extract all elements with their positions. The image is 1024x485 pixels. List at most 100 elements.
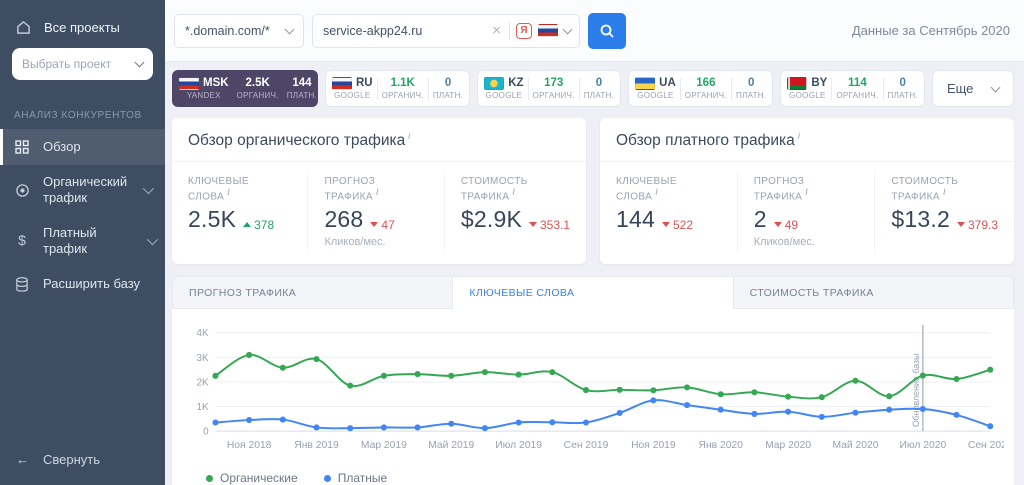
info-icon[interactable]: i: [943, 187, 946, 197]
chart-tabs: ПРОГНОЗ ТРАФИКА КЛЮЧЕВЫЕ СЛОВА СТОИМОСТЬ…: [172, 276, 1014, 309]
chevron-down-icon: [147, 234, 158, 245]
sidebar-item-label: Расширить базу: [43, 276, 155, 292]
metric-keywords: КЛЮЧЕВЫЕ СЛОВАi 144 522: [600, 174, 737, 250]
info-icon[interactable]: i: [408, 131, 410, 141]
chevron-down-icon: [285, 24, 295, 34]
svg-text:3K: 3K: [197, 353, 209, 364]
app-root: Все проекты Выбрать проект АНАЛИЗ КОНКУР…: [0, 0, 1024, 485]
topbar: *.domain.com/* × Я Данные за Сентябрь 20…: [165, 0, 1024, 62]
chart-legend: Органические Платные: [182, 465, 1004, 485]
delta-arrow-icon: [529, 222, 537, 227]
metric-traffic-forecast: ПРОГНОЗ ТРАФИКАi 2 49 Кликов/мес.: [737, 174, 875, 250]
project-select-placeholder: Выбрать проект: [22, 57, 111, 71]
region-chip-ru-google[interactable]: RU GOOGLE 1.1KОРГАНИЧ. 0ПЛАТН.: [325, 70, 470, 107]
info-icon[interactable]: i: [805, 187, 808, 197]
region-chip-by-google[interactable]: BY GOOGLE 114ОРГАНИЧ. 0ПЛАТН.: [780, 70, 925, 107]
info-icon[interactable]: i: [798, 131, 800, 141]
svg-text:Сен 2020: Сен 2020: [968, 440, 1004, 451]
sidebar-item-label: Платный трафик: [43, 225, 135, 258]
more-regions-button[interactable]: Еще: [932, 70, 1014, 107]
sidebar-item-overview[interactable]: Обзор: [0, 129, 165, 165]
domain-filter-value: *.domain.com/*: [185, 24, 270, 38]
region-chip-ua-google[interactable]: UA GOOGLE 166ОРГАНИЧ. 0ПЛАТН.: [628, 70, 773, 107]
chart-section: ПРОГНОЗ ТРАФИКА КЛЮЧЕВЫЕ СЛОВА СТОИМОСТЬ…: [172, 276, 1014, 485]
target-icon: [13, 181, 31, 199]
more-button-label: Еще: [947, 81, 973, 96]
svg-text:0: 0: [203, 427, 209, 438]
chevron-down-icon: [991, 82, 1001, 92]
country-flag-icon: [332, 77, 352, 90]
organic-traffic-card: Обзор органического трафикаi КЛЮЧЕВЫЕ СЛ…: [172, 118, 586, 264]
legend-item-organic[interactable]: Органические: [206, 471, 298, 485]
sidebar-item-paid-traffic[interactable]: $ Платный трафик: [0, 216, 165, 267]
region-chips-row: MSK YANDEX 2.5KОРГАНИЧ. 144ПЛАТН. RU GOO…: [172, 70, 1014, 107]
arrow-left-icon: ←: [16, 452, 29, 467]
info-icon[interactable]: i: [512, 187, 515, 197]
country-flag-icon: [484, 77, 504, 90]
sidebar-item-organic-traffic[interactable]: Органический трафик: [0, 165, 165, 216]
svg-text:Июл 2020: Июл 2020: [899, 440, 946, 451]
database-icon: [13, 275, 31, 293]
search-button[interactable]: [588, 13, 626, 49]
sidebar-section-label: АНАЛИЗ КОНКУРЕНТОВ: [0, 84, 165, 129]
info-icon[interactable]: i: [227, 187, 230, 197]
svg-text:Янв 2020: Янв 2020: [699, 440, 744, 451]
legend-dot-icon: [206, 475, 213, 482]
country-flag-icon: [179, 77, 199, 90]
card-title: Обзор платного трафикаi: [600, 118, 1014, 162]
metric-traffic-forecast: ПРОГНОЗ ТРАФИКАi 268 47 Кликов/мес.: [307, 174, 443, 250]
svg-text:Мар 2020: Мар 2020: [765, 440, 811, 451]
svg-text:Ноя 2019: Ноя 2019: [631, 440, 676, 451]
delta-arrow-icon: [774, 222, 782, 227]
chevron-down-icon: [143, 183, 154, 194]
metric-keywords: КЛЮЧЕВЫЕ СЛОВАi 2.5K 378: [172, 174, 307, 250]
tab-keywords[interactable]: КЛЮЧЕВЫЕ СЛОВА: [453, 276, 733, 309]
tab-traffic-forecast[interactable]: ПРОГНОЗ ТРАФИКА: [172, 276, 453, 309]
svg-text:Мар 2019: Мар 2019: [361, 440, 407, 451]
svg-text:Май 2020: Май 2020: [832, 440, 878, 451]
russia-flag-icon: [538, 24, 558, 37]
collapse-label: Свернуть: [43, 452, 100, 467]
svg-text:1K: 1K: [197, 402, 209, 413]
svg-text:Май 2019: Май 2019: [428, 440, 474, 451]
legend-item-paid[interactable]: Платные: [324, 471, 387, 485]
content: MSK YANDEX 2.5KОРГАНИЧ. 144ПЛАТН. RU GOO…: [165, 62, 1024, 485]
sidebar-item-label: Органический трафик: [43, 174, 131, 207]
chart-card: 01K2K3K4KНоя 2018Янв 2019Мар 2019Май 201…: [172, 309, 1014, 485]
delta-arrow-icon: [957, 222, 965, 227]
sidebar-item-expand-database[interactable]: Расширить базу: [0, 266, 165, 302]
chevron-down-icon[interactable]: [563, 24, 573, 34]
info-icon[interactable]: i: [655, 187, 658, 197]
home-icon: [14, 18, 32, 36]
search-input[interactable]: [323, 24, 484, 38]
region-chip-kz-google[interactable]: KZ GOOGLE 173ОРГАНИЧ. 0ПЛАТН.: [477, 70, 621, 107]
delta-arrow-icon: [370, 222, 378, 227]
metric-traffic-cost: СТОИМОСТЬ ТРАФИКАi $13.2 379.3: [874, 174, 1014, 250]
collapse-sidebar-button[interactable]: ← Свернуть: [0, 438, 165, 485]
divider: [509, 22, 510, 40]
svg-text:Июл 2019: Июл 2019: [495, 440, 542, 451]
svg-text:Обновление базы: Обновление базы: [911, 354, 921, 427]
keywords-line-chart: 01K2K3K4KНоя 2018Янв 2019Мар 2019Май 201…: [182, 321, 1004, 465]
sidebar-item-label: Обзор: [43, 139, 155, 155]
domain-filter-dropdown[interactable]: *.domain.com/*: [174, 14, 304, 48]
delta-arrow-icon: [662, 222, 670, 227]
region-chip-msk-yandex[interactable]: MSK YANDEX 2.5KОРГАНИЧ. 144ПЛАТН.: [172, 70, 318, 107]
main-area: *.domain.com/* × Я Данные за Сентябрь 20…: [165, 0, 1024, 485]
svg-text:4K: 4K: [197, 329, 209, 340]
paid-traffic-card: Обзор платного трафикаi КЛЮЧЕВЫЕ СЛОВАi …: [600, 118, 1014, 264]
search-box: × Я: [312, 14, 580, 48]
yandex-icon: Я: [516, 23, 532, 39]
tab-traffic-cost[interactable]: СТОИМОСТЬ ТРАФИКА: [734, 276, 1014, 309]
svg-text:Сен 2019: Сен 2019: [564, 440, 609, 451]
project-select[interactable]: Выбрать проект: [12, 48, 153, 80]
info-icon[interactable]: i: [376, 187, 379, 197]
legend-label: Платные: [338, 471, 387, 485]
search-icon: [599, 23, 615, 39]
legend-label: Органические: [220, 471, 298, 485]
all-projects-link[interactable]: Все проекты: [12, 14, 153, 48]
sidebar: Все проекты Выбрать проект АНАЛИЗ КОНКУР…: [0, 0, 165, 485]
metric-traffic-cost: СТОИМОСТЬ ТРАФИКАi $2.9K 353.1: [444, 174, 586, 250]
dollar-icon: $: [13, 232, 31, 250]
clear-icon[interactable]: ×: [490, 22, 503, 39]
